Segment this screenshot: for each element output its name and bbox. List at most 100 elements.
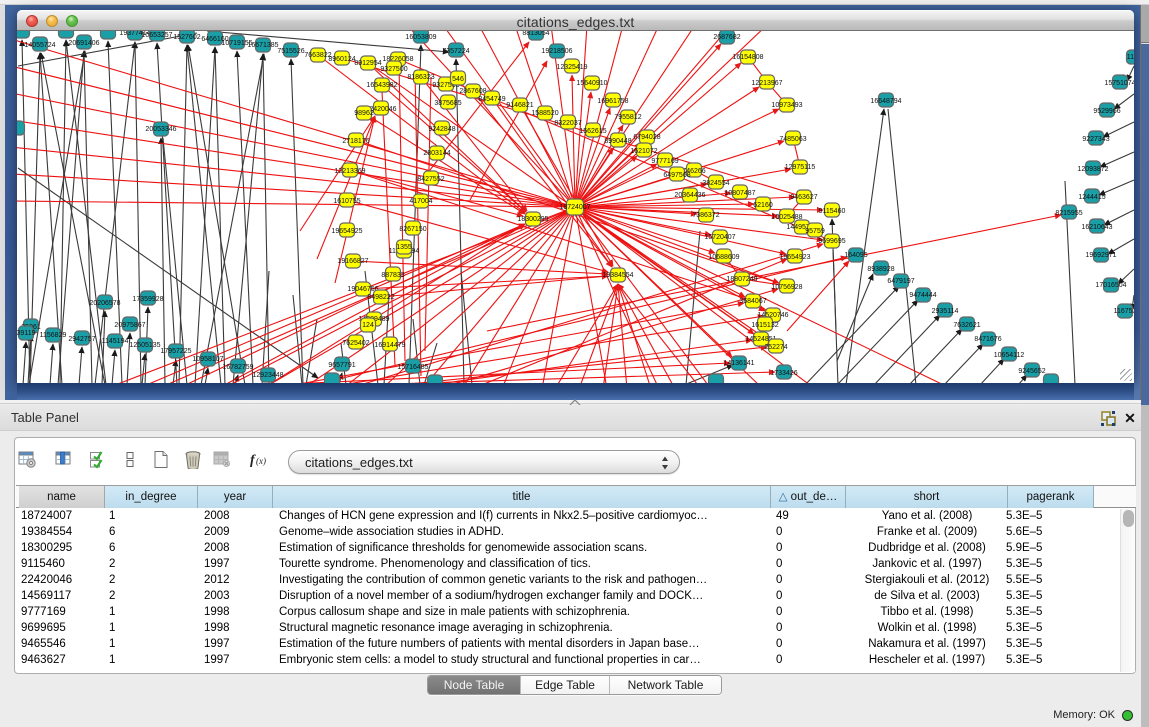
svg-text:16543982: 16543982 — [366, 82, 397, 89]
svg-text:1156829: 1156829 — [40, 332, 67, 339]
svg-text:9242848: 9242848 — [428, 126, 455, 133]
svg-text:62160: 62160 — [753, 202, 773, 209]
svg-text:1621072: 1621072 — [630, 148, 657, 155]
svg-text:19692971: 19692971 — [1085, 252, 1116, 259]
svg-text:12213369: 12213369 — [334, 168, 365, 175]
svg-text:18724007: 18724007 — [559, 204, 590, 211]
svg-text:14055724: 14055724 — [24, 42, 55, 49]
svg-text:417004: 417004 — [409, 198, 432, 205]
svg-text:2687682: 2687682 — [713, 34, 740, 41]
svg-text:7357224: 7357224 — [442, 48, 469, 55]
svg-text:3824554: 3824554 — [702, 180, 729, 187]
svg-text:20691406: 20691406 — [68, 40, 99, 47]
svg-text:9115460: 9115460 — [819, 208, 846, 215]
svg-text:8267150: 8267150 — [399, 226, 426, 233]
svg-text:3684067: 3684067 — [739, 298, 766, 305]
svg-text:9463627: 9463627 — [790, 194, 817, 201]
svg-text:8938928: 8938928 — [867, 266, 894, 273]
svg-text:19654925: 19654925 — [331, 228, 362, 235]
svg-text:546: 546 — [452, 76, 464, 83]
svg-text:7515526: 7515526 — [277, 48, 304, 55]
svg-text:12213967: 12213967 — [751, 80, 782, 87]
svg-text:16914479: 16914479 — [374, 342, 405, 349]
svg-text:10807487: 10807487 — [724, 190, 755, 197]
svg-text:1610755: 1610755 — [333, 198, 360, 205]
svg-text:8471676: 8471676 — [974, 336, 1001, 343]
svg-text:887833: 887833 — [381, 272, 404, 279]
svg-text:10958107: 10958107 — [192, 356, 223, 363]
svg-text:2867608: 2867608 — [459, 88, 486, 95]
svg-text:2803144: 2803144 — [423, 150, 450, 157]
svg-text:16648794: 16648794 — [870, 98, 901, 105]
svg-text:17016504: 17016504 — [1095, 282, 1126, 289]
svg-text:9245652: 9245652 — [1018, 368, 1045, 375]
svg-text:116753: 116753 — [1114, 308, 1134, 315]
svg-text:9657791: 9657791 — [328, 362, 355, 369]
svg-text:1588520: 1588520 — [531, 110, 558, 117]
svg-text:6794028: 6794028 — [633, 134, 660, 141]
svg-text:12505135: 12505135 — [129, 342, 160, 349]
svg-text:18300295: 18300295 — [517, 216, 548, 223]
svg-text:16782759: 16782759 — [222, 364, 253, 371]
svg-text:10654112: 10654112 — [994, 352, 1025, 359]
svg-text:15716485: 15716485 — [397, 364, 428, 371]
svg-text:15751074: 15751074 — [1104, 80, 1134, 87]
svg-text:12325419: 12325419 — [556, 64, 587, 71]
svg-text:15640910: 15640910 — [576, 80, 607, 87]
svg-text:7386372: 7386372 — [692, 212, 719, 219]
svg-text:10653257: 10653257 — [141, 32, 172, 39]
svg-text:20206578: 20206578 — [89, 300, 120, 307]
svg-text:252274: 252274 — [764, 344, 787, 351]
svg-text:9699695: 9699695 — [818, 238, 845, 245]
svg-text:9474444: 9474444 — [909, 292, 936, 299]
svg-text:12975115: 12975115 — [785, 164, 816, 171]
svg-text:8813054: 8813054 — [522, 31, 549, 37]
svg-text:1145194: 1145194 — [102, 338, 129, 345]
svg-text:18807249: 18807249 — [726, 276, 757, 283]
svg-text:3875685: 3875685 — [434, 100, 461, 107]
svg-text:19218506: 19218506 — [541, 48, 572, 55]
svg-text:1355: 1355 — [396, 244, 412, 251]
svg-text:20975867: 20975867 — [114, 322, 145, 329]
svg-text:10688609: 10688609 — [708, 254, 739, 261]
svg-text:1562615: 1562615 — [579, 128, 606, 135]
svg-text:8960124: 8960124 — [328, 56, 355, 63]
svg-text:16671385: 16671385 — [247, 42, 278, 49]
svg-text:17957225: 17957225 — [160, 348, 191, 355]
svg-text:7625402: 7625402 — [342, 340, 369, 347]
svg-text:7955812: 7955812 — [614, 114, 641, 121]
svg-text:8990448: 8990448 — [604, 138, 631, 145]
svg-text:16154808: 16154808 — [732, 54, 763, 61]
svg-text:8186323: 8186323 — [407, 74, 434, 81]
svg-text:1733426: 1733426 — [770, 370, 797, 377]
svg-text:95759: 95759 — [805, 228, 825, 235]
svg-text:10756928: 10756928 — [771, 284, 802, 291]
svg-text:1112: 1112 — [1127, 54, 1134, 61]
svg-text:17359928: 17359928 — [132, 296, 163, 303]
svg-text:39119: 39119 — [17, 330, 36, 337]
svg-text:124: 124 — [362, 322, 374, 329]
svg-text:19654923: 19654923 — [779, 254, 810, 261]
svg-text:2942757: 2942757 — [68, 336, 95, 343]
svg-text:12923448: 12923448 — [252, 372, 283, 379]
svg-text:8454749: 8454749 — [478, 96, 505, 103]
svg-text:7485063: 7485063 — [779, 136, 806, 143]
svg-text:20364436: 20364436 — [674, 192, 705, 199]
svg-text:9146821: 9146821 — [506, 102, 533, 109]
svg-text:6479197: 6479197 — [887, 278, 914, 285]
svg-text:1615132: 1615132 — [751, 322, 778, 329]
svg-text:98962: 98962 — [354, 110, 374, 117]
svg-text:6497568: 6497568 — [663, 172, 690, 179]
svg-text:10973493: 10973493 — [771, 102, 802, 109]
svg-text:8322037: 8322037 — [554, 120, 581, 127]
svg-text:8912954: 8912954 — [354, 60, 381, 67]
svg-text:19166827: 19166827 — [337, 258, 368, 265]
svg-text:9327500: 9327500 — [380, 66, 407, 73]
svg-text:9777169: 9777169 — [651, 158, 678, 165]
svg-text:14136141: 14136141 — [723, 360, 754, 367]
svg-text:(x): (x) — [256, 456, 266, 466]
svg-text:164095: 164095 — [844, 252, 867, 259]
svg-text:7632621: 7632621 — [953, 322, 980, 329]
svg-text:2718176: 2718176 — [342, 138, 369, 145]
svg-text:19384554: 19384554 — [602, 272, 633, 279]
